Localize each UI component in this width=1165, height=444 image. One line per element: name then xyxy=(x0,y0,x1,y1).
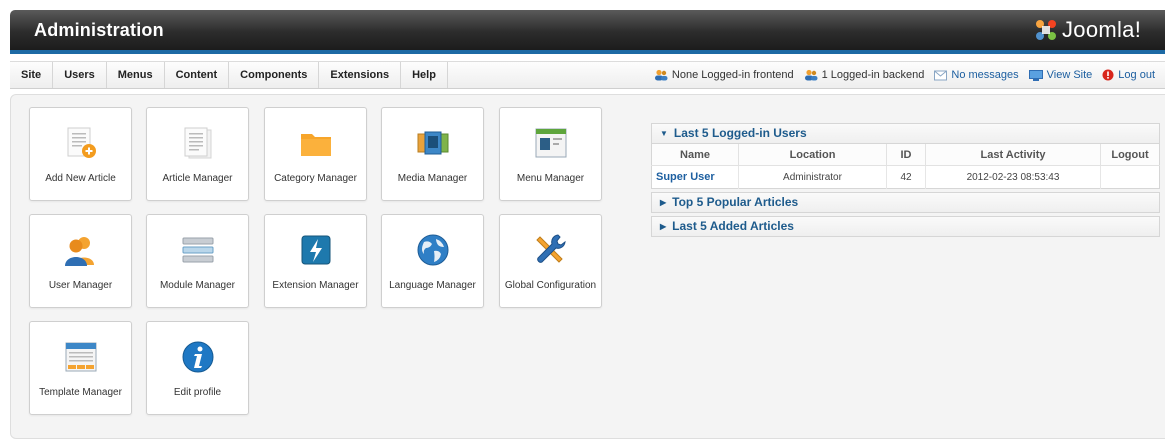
quickicon-label: Template Manager xyxy=(39,387,122,398)
logged-users-table: Name Location ID Last Activity Logout Su… xyxy=(651,144,1160,189)
quickicon-label: Language Manager xyxy=(389,280,476,291)
user-icon xyxy=(65,237,94,266)
globe-icon xyxy=(417,234,449,266)
quickicon-label: User Manager xyxy=(48,280,113,291)
quickicon-module-manager[interactable]: Module Manager xyxy=(146,214,249,308)
logged-users-module: ▼ Last 5 Logged-in Users Name Location ID… xyxy=(651,123,1160,189)
quickicon-template-manager[interactable]: Template Manager xyxy=(29,321,132,415)
main-menu: Site Users Menus Content Components Exte… xyxy=(10,62,448,88)
frontend-users-text: None Logged-in frontend xyxy=(671,69,794,81)
joomla-logo[interactable]: Joomla! xyxy=(1034,17,1141,43)
collapsed-arrow-icon: ▶ xyxy=(660,222,667,232)
logout-link[interactable]: Log out xyxy=(1102,69,1155,81)
col-location: Location xyxy=(738,144,887,166)
user-id: 42 xyxy=(886,165,926,189)
menu-manager-icon xyxy=(535,128,567,158)
expanded-arrow-icon: ▼ xyxy=(660,129,668,139)
quickicon-language-manager[interactable]: Language Manager xyxy=(381,214,484,308)
quickicon-label: Add New Article xyxy=(45,173,116,184)
user-logout[interactable] xyxy=(1101,166,1160,189)
monitor-icon xyxy=(1028,69,1043,81)
menu-extensions[interactable]: Extensions xyxy=(319,62,402,88)
quickicon-menu-manager[interactable]: Menu Manager xyxy=(499,107,602,201)
quickicon-article-manager[interactable]: Article Manager xyxy=(146,107,249,201)
quickicon-label: Menu Manager xyxy=(516,173,585,184)
user-location: Administrator xyxy=(738,165,887,189)
quickicon-label: Edit profile xyxy=(173,387,222,398)
add-article-icon xyxy=(67,127,96,158)
messages-link[interactable]: No messages xyxy=(934,69,1019,81)
col-name: Name xyxy=(651,144,739,166)
menu-content[interactable]: Content xyxy=(165,62,230,88)
added-articles-header[interactable]: ▶ Last 5 Added Articles xyxy=(651,216,1160,237)
quickicon-edit-profile[interactable]: Edit profile xyxy=(146,321,249,415)
info-icon xyxy=(182,341,214,373)
extension-icon xyxy=(301,235,331,265)
quickicon-label: Global Configuration xyxy=(504,280,597,291)
folder-icon xyxy=(301,134,331,156)
users-icon xyxy=(804,69,818,81)
collapsed-arrow-icon: ▶ xyxy=(660,198,667,208)
header-accent-line xyxy=(10,50,1165,54)
tools-icon xyxy=(536,234,566,263)
logo-text: Joomla! xyxy=(1062,17,1142,42)
template-icon xyxy=(65,342,97,372)
users-icon xyxy=(654,69,668,81)
header: Administration Joomla! xyxy=(0,0,1165,56)
module-icon xyxy=(182,237,214,263)
mail-icon xyxy=(934,70,948,80)
user-name-link[interactable]: Super User xyxy=(651,165,739,189)
logout-icon xyxy=(1102,69,1114,81)
view-site-link[interactable]: View Site xyxy=(1028,69,1093,81)
header-bar xyxy=(10,10,1165,50)
logout-text: Log out xyxy=(1118,69,1155,81)
quickicon-label: Article Manager xyxy=(162,173,233,184)
quickicon-add-new-article[interactable]: Add New Article xyxy=(29,107,132,201)
popular-articles-header[interactable]: ▶ Top 5 Popular Articles xyxy=(651,192,1160,213)
quickicon-extension-manager[interactable]: Extension Manager xyxy=(264,214,367,308)
status-bar: None Logged-in frontend 1 Logged-in back… xyxy=(654,62,1165,88)
media-icon xyxy=(417,131,449,155)
menu-menus[interactable]: Menus xyxy=(107,62,165,88)
logged-users-header[interactable]: ▼ Last 5 Logged-in Users xyxy=(651,123,1160,144)
module-title: Top 5 Popular Articles xyxy=(672,195,799,209)
main-panel: Add New Article Article Manager Category… xyxy=(10,94,1165,439)
menu-bar: Site Users Menus Content Components Exte… xyxy=(10,61,1165,89)
module-title: Last 5 Added Articles xyxy=(672,219,794,233)
quickicon-label: Media Manager xyxy=(397,173,468,184)
quickicon-label: Extension Manager xyxy=(272,280,359,291)
backend-users-status: 1 Logged-in backend xyxy=(804,69,925,81)
col-last-activity: Last Activity xyxy=(925,144,1101,166)
quickicon-user-manager[interactable]: User Manager xyxy=(29,214,132,308)
quickicon-category-manager[interactable]: Category Manager xyxy=(264,107,367,201)
menu-help[interactable]: Help xyxy=(401,62,448,88)
page-title: Administration xyxy=(34,20,164,40)
view-site-text: View Site xyxy=(1046,69,1093,81)
user-last-activity: 2012-02-23 08:53:43 xyxy=(925,165,1101,189)
joomla-logo-icon xyxy=(1036,20,1056,40)
table-header-row: Name Location ID Last Activity Logout xyxy=(651,144,1160,166)
col-logout: Logout xyxy=(1100,144,1160,166)
menu-components[interactable]: Components xyxy=(229,62,320,88)
table-row: Super User Administrator 42 2012-02-23 0… xyxy=(651,165,1160,189)
article-manager-icon xyxy=(184,127,212,159)
frontend-users-status: None Logged-in frontend xyxy=(654,69,794,81)
messages-text: No messages xyxy=(951,69,1019,81)
quickicon-global-configuration[interactable]: Global Configuration xyxy=(499,214,602,308)
backend-users-text: 1 Logged-in backend xyxy=(821,69,925,81)
menu-site[interactable]: Site xyxy=(10,62,54,88)
quickicon-label: Category Manager xyxy=(274,173,357,184)
quickicon-label: Module Manager xyxy=(159,280,236,291)
menu-users[interactable]: Users xyxy=(53,62,107,88)
col-id: ID xyxy=(886,144,926,166)
module-title: Last 5 Logged-in Users xyxy=(673,126,807,140)
quickicon-media-manager[interactable]: Media Manager xyxy=(381,107,484,201)
modules-column: ▼ Last 5 Logged-in Users Name Location ID… xyxy=(651,123,1160,237)
